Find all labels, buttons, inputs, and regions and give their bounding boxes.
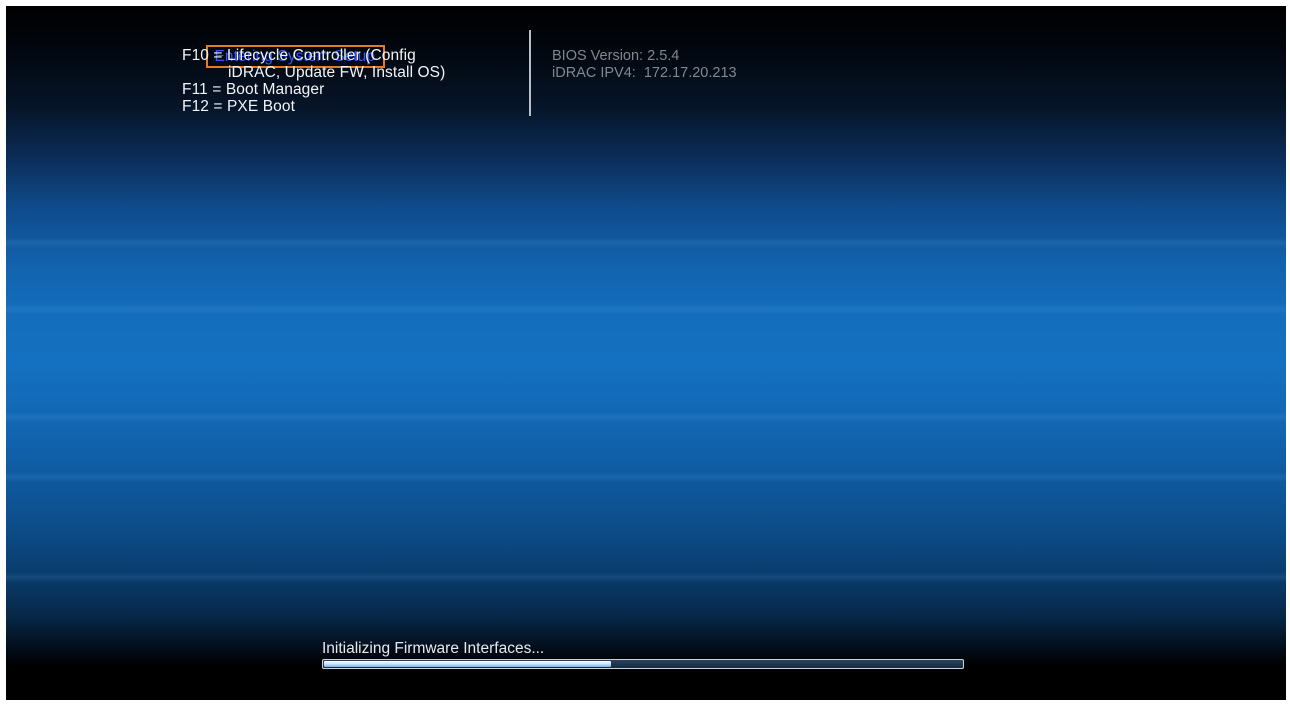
progress-bar-fill [324,661,611,667]
idrac-ipv4-text: iDRAC IPV4: 172.17.20.213 [552,65,737,81]
f10-lifecycle-controller-option[interactable]: F10 = Lifecycle Controller (Config [182,47,445,64]
f12-pxe-boot-option[interactable]: F12 = PXE Boot [182,98,445,115]
bios-screen: Entering System Setup F10 = Lifecycle Co… [6,6,1286,700]
boot-options-menu: Entering System Setup F10 = Lifecycle Co… [182,30,445,115]
vertical-divider [529,30,531,116]
status-message: Initializing Firmware Interfaces... [322,640,545,657]
system-info-panel: BIOS Version: 2.5.4 iDRAC IPV4: 172.17.2… [552,48,737,82]
firmware-progress-bar [322,659,964,669]
bios-version-text: BIOS Version: 2.5.4 [552,48,680,64]
background-band [6,238,1286,248]
background-band [6,412,1286,422]
f11-boot-manager-option[interactable]: F11 = Boot Manager [182,81,445,98]
background-band [6,472,1286,482]
background-band [6,572,1286,582]
background-band [6,304,1286,314]
